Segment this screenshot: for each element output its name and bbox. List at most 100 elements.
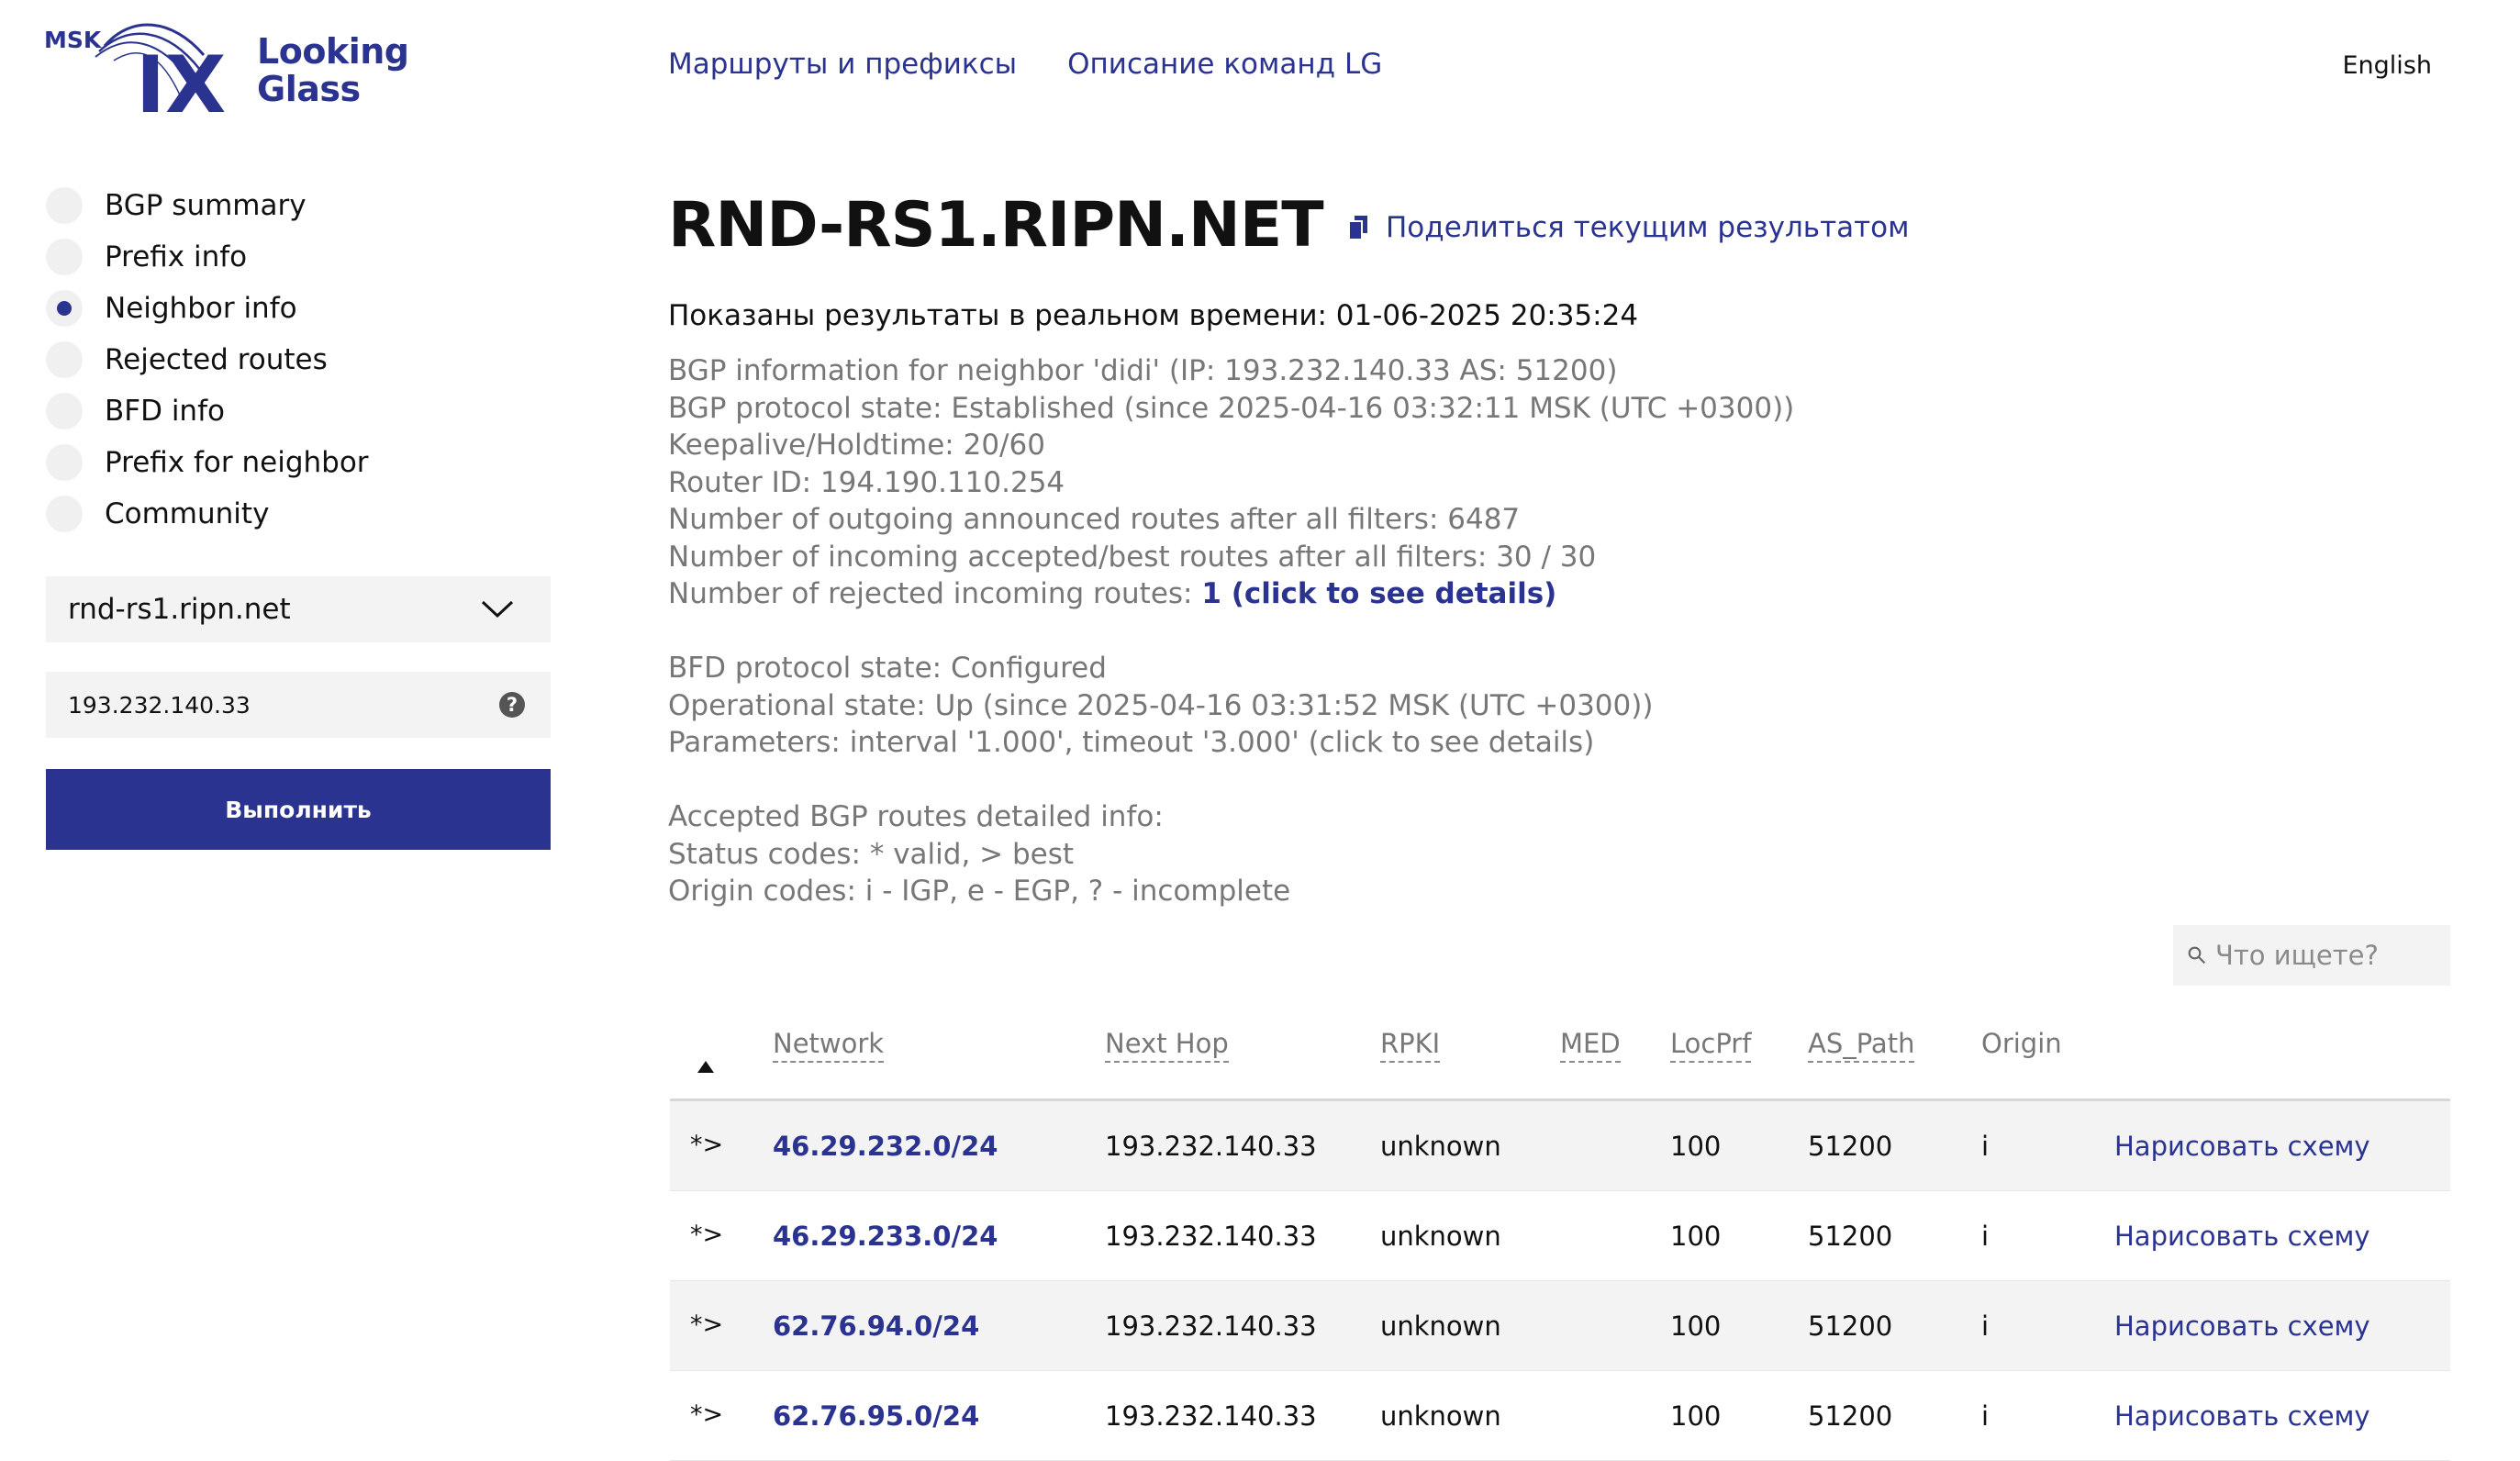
column-as-path[interactable]: AS_Path <box>1808 1028 1915 1063</box>
page-title: RND-RS1.RIPN.NET <box>668 189 1324 262</box>
info-line: Router ID: 194.190.110.254 <box>668 465 1065 499</box>
search-icon <box>2188 946 2206 965</box>
mode-prefix-info[interactable]: Prefix info <box>46 231 369 283</box>
route-network-link[interactable]: 62.76.95.0/24 <box>773 1400 979 1432</box>
copy-icon <box>1349 216 1367 240</box>
accepted-routes-line: Accepted BGP routes detailed info: <box>668 800 1164 833</box>
draw-scheme-link[interactable]: Нарисовать схему <box>2114 1400 2370 1432</box>
column-locprf[interactable]: LocPrf <box>1670 1028 1752 1063</box>
query-input[interactable] <box>68 691 472 719</box>
route-next-hop: 193.232.140.33 <box>1105 1400 1317 1432</box>
draw-scheme-link[interactable]: Нарисовать схему <box>2114 1310 2370 1342</box>
status-codes-line: Status codes: * valid, > best <box>668 837 1075 871</box>
mode-bfd-info[interactable]: BFD info <box>46 385 369 437</box>
route-origin: i <box>1981 1131 1990 1162</box>
site-logo[interactable]: MSK IX Looking Glass <box>44 20 429 121</box>
route-network-link[interactable]: 46.29.232.0/24 <box>773 1131 998 1162</box>
route-next-hop: 193.232.140.33 <box>1105 1310 1317 1342</box>
mode-rejected-routes[interactable]: Rejected routes <box>46 334 369 385</box>
mode-label: Rejected routes <box>105 343 328 376</box>
table-row: *> 46.29.233.0/24 193.232.140.33 unknown… <box>670 1191 2450 1281</box>
radio-button[interactable] <box>46 341 83 378</box>
nav-link-routes-prefixes[interactable]: Маршруты и префиксы <box>668 48 1017 81</box>
rejected-routes-line: Number of rejected incoming routes: 1 (c… <box>668 575 1794 613</box>
top-nav: Маршруты и префиксы Описание команд LG <box>668 48 1382 81</box>
msk-ix-logo-icon: MSK IX <box>44 23 226 121</box>
table-row: *> 62.76.95.0/24 193.232.140.33 unknown … <box>670 1371 2450 1461</box>
route-origin: i <box>1981 1221 1990 1252</box>
column-origin: Origin <box>1981 1028 2062 1059</box>
query-field: ? <box>46 672 551 738</box>
route-as-path: 51200 <box>1808 1221 1893 1252</box>
route-rpki: unknown <box>1380 1131 1501 1162</box>
radio-button[interactable] <box>46 496 83 532</box>
radio-button[interactable] <box>46 239 83 275</box>
mode-label: Prefix info <box>105 240 248 273</box>
mode-label: Community <box>105 497 270 530</box>
draw-scheme-link[interactable]: Нарисовать схему <box>2114 1221 2370 1252</box>
share-result-link[interactable]: Поделиться текущим результатом <box>1349 211 1910 244</box>
rejected-routes-link[interactable]: 1 (click to see details) <box>1201 577 1556 610</box>
route-status: *> <box>690 1131 724 1159</box>
route-network-link[interactable]: 46.29.233.0/24 <box>773 1221 998 1252</box>
route-as-path: 51200 <box>1808 1310 1893 1342</box>
route-locprf: 100 <box>1670 1310 1722 1342</box>
radio-button[interactable] <box>46 187 83 224</box>
bfd-line: Operational state: Up (since 2025-04-16 … <box>668 688 1654 722</box>
route-network-link[interactable]: 62.76.94.0/24 <box>773 1310 979 1342</box>
question-icon[interactable]: ? <box>499 692 525 718</box>
info-line: Number of incoming accepted/best routes … <box>668 540 1597 574</box>
mode-bgp-summary[interactable]: BGP summary <box>46 180 369 231</box>
realtime-timestamp: Показаны результаты в реальном времени: … <box>668 299 1639 332</box>
nav-link-lg-commands[interactable]: Описание команд LG <box>1067 48 1382 81</box>
logo-mark-msk: MSK <box>44 27 103 53</box>
sort-up-icon[interactable] <box>697 1061 714 1073</box>
column-next-hop[interactable]: Next Hop <box>1105 1028 1229 1063</box>
table-search <box>2173 925 2450 986</box>
search-input[interactable] <box>2215 940 2436 971</box>
route-as-path: 51200 <box>1808 1131 1893 1162</box>
table-row: *> 62.76.94.0/24 193.232.140.33 unknown … <box>670 1281 2450 1371</box>
route-locprf: 100 <box>1670 1131 1722 1162</box>
neighbor-info-block: BGP information for neighbor 'didi' (IP:… <box>668 352 1794 910</box>
radio-button[interactable] <box>46 393 83 429</box>
mode-label: Prefix for neighbor <box>105 446 369 479</box>
language-switch[interactable]: English <box>2343 51 2433 80</box>
logo-text: Looking Glass <box>257 31 409 109</box>
route-origin: i <box>1981 1310 1990 1342</box>
column-network[interactable]: Network <box>773 1028 885 1063</box>
route-rpki: unknown <box>1380 1310 1501 1342</box>
table-header: Network Next Hop RPKI MED LocPrf AS_Path… <box>670 1009 2450 1101</box>
router-select-value: rnd-rs1.ripn.net <box>68 593 291 626</box>
router-select[interactable]: rnd-rs1.ripn.net <box>46 576 551 642</box>
column-med[interactable]: MED <box>1560 1028 1621 1063</box>
mode-community[interactable]: Community <box>46 488 369 540</box>
route-next-hop: 193.232.140.33 <box>1105 1221 1317 1252</box>
share-label: Поделиться текущим результатом <box>1386 211 1910 244</box>
mode-label: BFD info <box>105 395 225 428</box>
radio-button[interactable] <box>46 444 83 481</box>
routes-table: Network Next Hop RPKI MED LocPrf AS_Path… <box>670 1009 2450 1461</box>
route-next-hop: 193.232.140.33 <box>1105 1131 1317 1162</box>
mode-label: Neighbor info <box>105 292 297 325</box>
radio-button-selected[interactable] <box>46 290 83 327</box>
draw-scheme-link[interactable]: Нарисовать схему <box>2114 1131 2370 1162</box>
column-rpki[interactable]: RPKI <box>1380 1028 1441 1063</box>
route-locprf: 100 <box>1670 1400 1722 1432</box>
route-origin: i <box>1981 1400 1990 1432</box>
route-locprf: 100 <box>1670 1221 1722 1252</box>
info-line: Number of outgoing announced routes afte… <box>668 503 1521 536</box>
chevron-down-icon <box>481 600 514 619</box>
route-rpki: unknown <box>1380 1221 1501 1252</box>
logo-mark-ix: IX <box>136 39 226 121</box>
mode-prefix-for-neighbor[interactable]: Prefix for neighbor <box>46 437 369 488</box>
mode-neighbor-info[interactable]: Neighbor info <box>46 283 369 334</box>
run-button[interactable]: Выполнить <box>46 769 551 850</box>
origin-codes-line: Origin codes: i - IGP, e - EGP, ? - inco… <box>668 875 1291 908</box>
table-row: *> 46.29.232.0/24 193.232.140.33 unknown… <box>670 1101 2450 1191</box>
info-line: Keepalive/Holdtime: 20/60 <box>668 429 1045 462</box>
query-mode-list: BGP summary Prefix info Neighbor info Re… <box>46 180 369 540</box>
bfd-line: Parameters: interval '1.000', timeout '3… <box>668 726 1595 759</box>
rejected-routes-label: Number of rejected incoming routes: <box>668 577 1193 610</box>
route-status: *> <box>690 1221 724 1249</box>
